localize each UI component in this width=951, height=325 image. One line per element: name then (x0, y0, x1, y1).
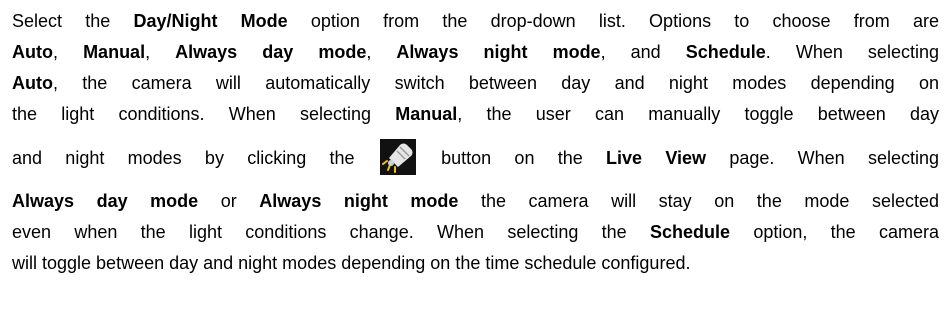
text-line-3: Auto, the camera will automatically swit… (12, 73, 939, 93)
text-line-6: Always day mode or Always night mode the… (12, 191, 940, 211)
term-schedule: Schedule (685, 42, 766, 62)
text-line-5: and night modes by clicking the button o… (12, 130, 939, 186)
term-schedule: Schedule (649, 222, 731, 242)
term-day-night-mode: Day/Night Mode (133, 11, 288, 31)
term-always-night-mode: Always night mode (259, 191, 459, 211)
term-live-view: Live View (606, 148, 707, 168)
day-night-toggle-icon (379, 139, 416, 176)
text-line-7: even when the light conditions change. W… (12, 222, 939, 242)
document-paragraph: Select the Day/Night Mode option from th… (0, 0, 951, 325)
term-auto: Auto (12, 42, 53, 62)
term-always-day-mode: Always day mode (175, 42, 367, 62)
term-manual: Manual (395, 104, 458, 124)
term-manual: Manual (83, 42, 146, 62)
term-always-night-mode: Always night mode (396, 42, 601, 62)
text-line-2: Auto, Manual, Always day mode, Always ni… (12, 42, 939, 62)
text-line-8: will toggle between day and night modes … (12, 253, 691, 273)
term-always-day-mode: Always day mode (12, 191, 199, 211)
term-auto: Auto (12, 73, 53, 93)
text-line-1: Select the Day/Night Mode option from th… (12, 11, 939, 31)
text-line-4: the light conditions. When selecting Man… (12, 104, 939, 124)
